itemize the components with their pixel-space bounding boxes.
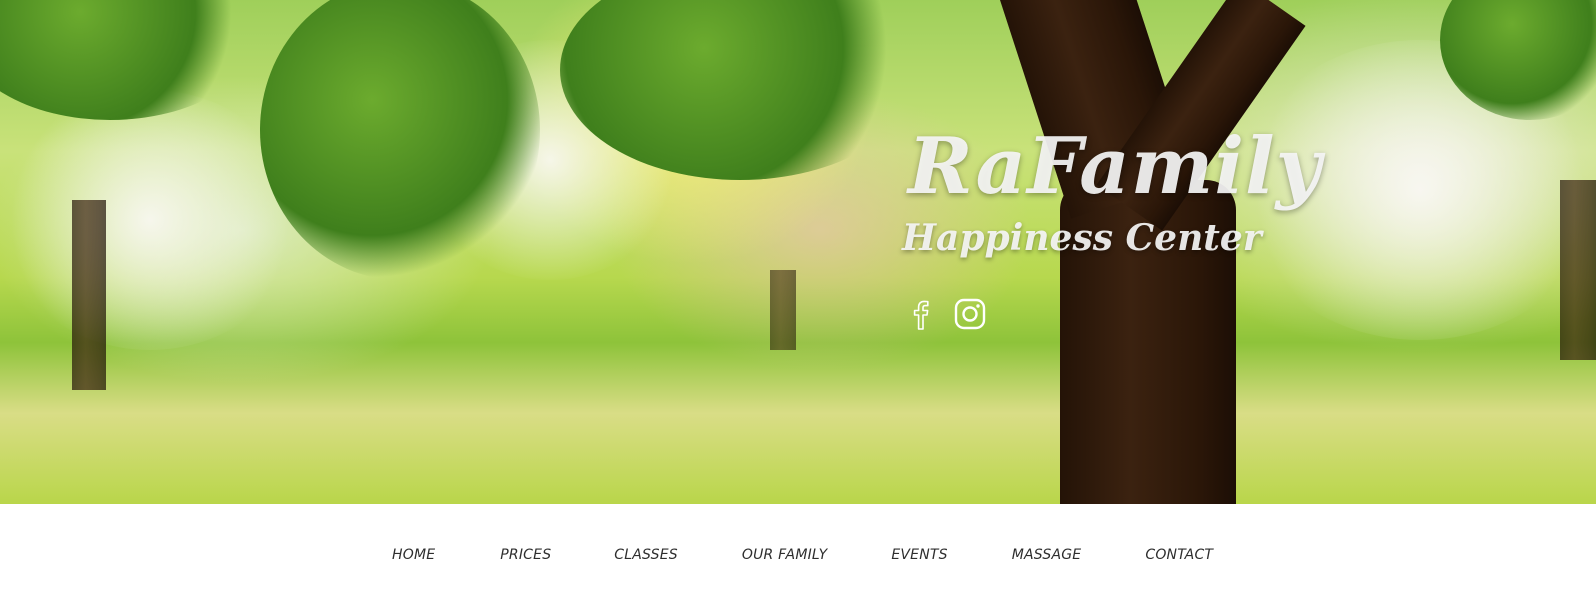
main-navigation: HOME PRICES CLASSES OUR FAMILY EVENTS MA… <box>0 504 1596 602</box>
facebook-link[interactable] <box>906 298 936 330</box>
nav-item-classes[interactable]: CLASSES <box>614 547 678 563</box>
nav-item-home[interactable]: HOME <box>392 547 435 563</box>
nav-item-prices[interactable]: PRICES <box>500 547 551 563</box>
nav-menu: HOME PRICES CLASSES OUR FAMILY EVENTS MA… <box>392 547 1213 563</box>
hero-banner: RaFamily Happiness Center <box>0 0 1596 504</box>
nav-item-our-family[interactable]: OUR FAMILY <box>742 547 827 563</box>
brand-title: RaFamily <box>908 121 1322 212</box>
nav-item-events[interactable]: EVENTS <box>891 547 947 563</box>
brand-subtitle: Happiness Center <box>902 217 1262 259</box>
leaves <box>0 0 260 120</box>
tree-trunk-distant <box>1560 180 1596 360</box>
facebook-icon <box>913 300 929 330</box>
brand: RaFamily Happiness Center <box>902 121 1328 260</box>
social-links <box>906 298 986 330</box>
instagram-link[interactable] <box>954 298 986 330</box>
nav-item-contact[interactable]: CONTACT <box>1145 547 1213 563</box>
blossom-cluster <box>0 90 300 350</box>
nav-item-massage[interactable]: MASSAGE <box>1012 547 1082 563</box>
tree-trunk-distant <box>770 270 796 350</box>
tree-trunk-distant <box>72 200 106 390</box>
instagram-icon <box>954 298 986 330</box>
